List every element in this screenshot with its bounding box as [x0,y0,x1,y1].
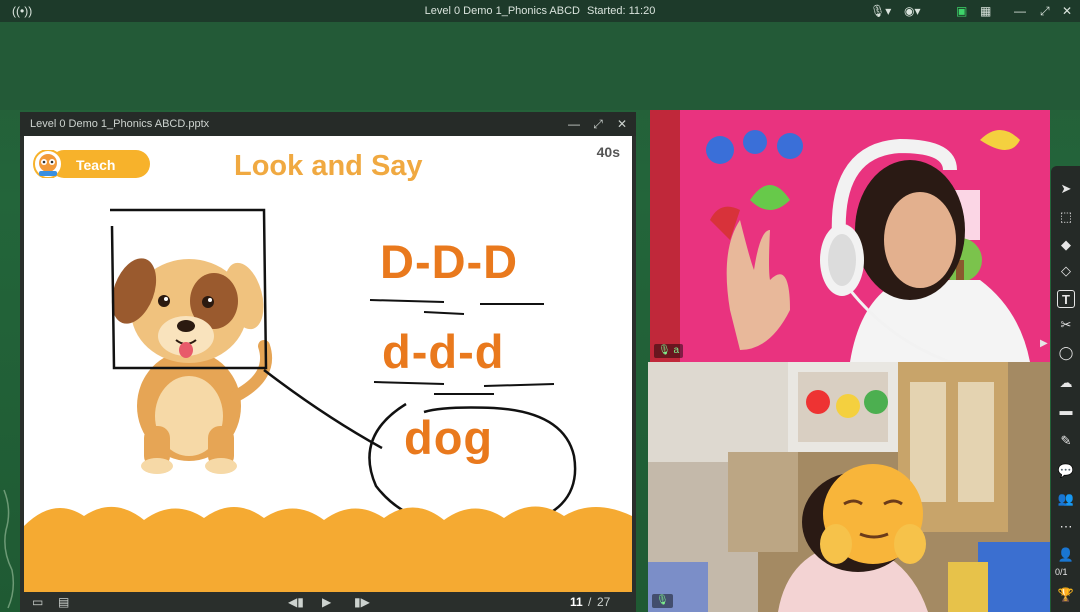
toolbar-collapse-icon[interactable]: ▶ [1040,338,1048,349]
play-icon[interactable]: ▶ [322,595,331,609]
next-slide-icon[interactable]: ▮▶ [354,595,370,609]
class-title: Level 0 Demo 1_Phonics ABCD [424,5,580,17]
letters-lower: d-d-d [382,325,505,378]
started-time: Started: 11:20 [587,5,656,17]
notes-icon[interactable]: ▤ [58,595,69,609]
minimize-icon[interactable]: — [1014,3,1026,19]
minimize-icon[interactable]: — [566,116,582,132]
users-icon[interactable]: 👥 [1057,490,1075,508]
shape-tool-icon[interactable]: ◯ [1057,344,1075,362]
teacher-name-tag: 🎙 a [654,344,684,358]
slide-footer-waves [24,506,632,604]
letters-upper: D-D-D [380,235,519,288]
slide-controls: ▭ ▤ ◀▮ ▶ ▮▶ 11 / 27 [20,592,636,612]
pointer-tool-icon[interactable]: ➤ [1057,180,1075,198]
teacher-video-scene [650,110,1050,362]
slide-window[interactable]: Level 0 Demo 1_Phonics ABCD.pptx — ⤢ ✕ T… [20,112,636,612]
word-dog: dog [404,411,494,464]
scissors-tool-icon[interactable]: ✂ [1057,316,1075,334]
prev-slide-icon[interactable]: ◀▮ [288,595,304,609]
slide-window-titlebar[interactable]: Level 0 Demo 1_Phonics ABCD.pptx — ⤢ ✕ [20,112,636,136]
record-icon[interactable]: ▣ [956,3,967,19]
board-doodle-icon [3,489,15,609]
close-icon[interactable]: ✕ [614,116,630,132]
text-tool-icon[interactable]: T [1057,290,1075,308]
page-separator: / [588,595,592,609]
cloud-tool-icon[interactable]: ☁ [1057,374,1075,392]
chat-icon[interactable]: 💬 [1057,462,1075,480]
participant-count: 0/1 [1055,567,1068,577]
edit-tool-icon[interactable]: ✎ [1057,432,1075,450]
board-top-strip [0,22,1080,110]
trophy-icon[interactable]: 🏆 [1057,586,1075,604]
fullscreen-icon[interactable]: ⤢ [590,116,606,132]
slide-filename: Level 0 Demo 1_Phonics ABCD.pptx [30,118,210,130]
close-icon[interactable]: ✕ [1062,3,1072,19]
person-icon[interactable]: 👤 [1057,546,1075,564]
thumbnail-icon[interactable]: ▭ [32,595,43,609]
camera-icon[interactable]: ◉▾ [904,3,921,19]
student-name-tag: 🎙 [652,594,673,608]
eraser-tool-icon[interactable]: ◇ [1057,262,1075,280]
highlighter-tool-icon[interactable]: ◆ [1057,236,1075,254]
grid-icon[interactable]: ▦ [980,3,991,19]
toolbox-icon[interactable]: ▬ [1057,402,1075,420]
maximize-icon[interactable]: ⤢ [1040,3,1050,19]
page-current: 11 [570,595,583,609]
student-video[interactable]: 🎙 [648,362,1050,612]
select-tool-icon[interactable]: ⬚ [1057,208,1075,226]
slide-canvas[interactable]: Teach 40s Look and Say D-D-D d-d-d dog [24,136,632,604]
microphone-icon[interactable]: 🎙▾ [870,3,891,19]
drawing-toolbar: ➤ ⬚ ◆ ◇ T ✂ ◯ ☁ ▬ ✎ 💬 👥 ⋯ 👤 0/1 🏆 [1051,166,1080,612]
page-total: 27 [597,595,611,609]
student-video-scene [648,362,1050,612]
more-icon[interactable]: ⋯ [1057,518,1075,536]
teacher-video[interactable]: 🎙 a [650,110,1050,362]
app-titlebar: ((•)) Level 0 Demo 1_Phonics ABCD Starte… [0,0,1080,22]
